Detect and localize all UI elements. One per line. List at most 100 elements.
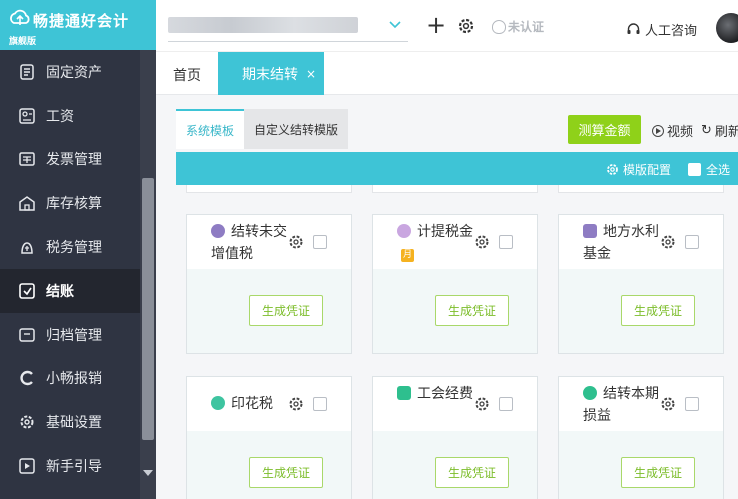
sidebar-item-label: 归档管理 bbox=[46, 327, 102, 344]
card-title-text: 工会经费 bbox=[417, 386, 473, 402]
archive-icon bbox=[18, 326, 36, 344]
sidebar-item-closing[interactable]: 结账 bbox=[0, 268, 140, 313]
sidebar-item-salary[interactable]: 工资 bbox=[0, 94, 140, 138]
cloud-logo-icon bbox=[10, 9, 30, 25]
tab-custom-template[interactable]: 自定义结转模版 bbox=[244, 109, 349, 149]
page-tabs: 首页 期末结转 × bbox=[156, 52, 738, 95]
sidebar-item-inventory[interactable]: 库存核算 bbox=[0, 181, 140, 225]
card-header: 地方水利基金 bbox=[559, 215, 723, 269]
sidebar-item-tax[interactable]: 税务管理 bbox=[0, 225, 140, 269]
generate-voucher-button[interactable]: 生成凭证 bbox=[621, 295, 695, 326]
sidebar-item-fixed-assets[interactable]: 固定资产 bbox=[0, 50, 140, 94]
sidebar-scroll-thumb[interactable] bbox=[142, 178, 154, 440]
sidebar-item-label: 税务管理 bbox=[46, 240, 102, 257]
refresh-icon: ↻ bbox=[701, 123, 712, 138]
transfer-card-vat: 结转未交增值税 生成凭证 bbox=[186, 214, 352, 354]
sidebar-item-guide[interactable]: 新手引导 bbox=[0, 444, 140, 488]
transfer-card-tax-accrual: 计提税金月 生成凭证 bbox=[372, 214, 538, 354]
coins-icon bbox=[397, 224, 411, 238]
gear-icon[interactable] bbox=[474, 234, 490, 250]
card-title: 地方水利基金 bbox=[583, 221, 671, 265]
app-edition: 旗舰版 bbox=[9, 37, 37, 47]
transfer-card-water-fund: 地方水利基金 生成凭证 bbox=[558, 214, 724, 354]
settings-icon bbox=[18, 413, 36, 431]
tab-period-end-transfer[interactable]: 期末结转 × bbox=[218, 52, 324, 95]
card-checkbox[interactable] bbox=[499, 235, 513, 249]
select-all-checkbox[interactable]: 全选 bbox=[688, 161, 730, 178]
close-icon[interactable]: × bbox=[306, 67, 316, 81]
tab-home[interactable]: 首页 bbox=[173, 65, 201, 85]
sidebar-item-label: 小畅报销 bbox=[46, 371, 102, 388]
transfer-card-stamp-tax: 印花税 生成凭证 bbox=[186, 376, 352, 499]
play-icon bbox=[652, 124, 664, 137]
scroll-down-icon[interactable] bbox=[143, 470, 153, 476]
card-peek bbox=[558, 185, 724, 193]
sidebar-item-settings[interactable]: 基础设置 bbox=[0, 400, 140, 444]
card-title: 结转本期损益 bbox=[583, 383, 671, 427]
video-link[interactable]: 视频 bbox=[652, 121, 693, 140]
main-content: 系统模板 自定义结转模版 测算金额 视频 ↻ 刷新 模版配置 全选 结转未交增值… bbox=[156, 95, 738, 499]
generate-voucher-button[interactable]: 生成凭证 bbox=[621, 457, 695, 488]
sidebar-nav: 固定资产 工资 发票管理 库存核算 税务管理 结账 归档管理 小畅报销 基础设置… bbox=[0, 50, 140, 488]
card-checkbox[interactable] bbox=[313, 235, 327, 249]
guide-icon bbox=[18, 457, 36, 475]
card-title: 计提税金月 bbox=[397, 221, 485, 265]
gear-icon[interactable] bbox=[288, 396, 304, 412]
card-peek bbox=[186, 185, 352, 193]
gear-icon[interactable] bbox=[457, 17, 475, 35]
generate-voucher-button[interactable]: 生成凭证 bbox=[249, 295, 323, 326]
consult-link[interactable]: 人工咨询 bbox=[626, 20, 697, 39]
generate-voucher-button[interactable]: 生成凭证 bbox=[435, 457, 509, 488]
consult-label: 人工咨询 bbox=[645, 24, 698, 39]
card-title: 印花税 bbox=[211, 393, 299, 415]
fixed-asset-icon bbox=[18, 63, 36, 81]
card-header: 印花税 bbox=[187, 377, 351, 431]
gear-icon[interactable] bbox=[288, 234, 304, 250]
tab-label: 期末结转 bbox=[242, 66, 298, 83]
app-logo[interactable]: 畅捷通好会计 旗舰版 bbox=[0, 0, 156, 50]
invoice-icon bbox=[18, 150, 36, 168]
card-checkbox[interactable] bbox=[685, 235, 699, 249]
reimburse-icon bbox=[18, 369, 36, 387]
avatar[interactable] bbox=[716, 13, 738, 43]
sidebar-item-label: 基础设置 bbox=[46, 415, 102, 432]
transfer-card-profit-loss: 结转本期损益 生成凭证 bbox=[558, 376, 724, 499]
gear-icon[interactable] bbox=[660, 234, 676, 250]
inventory-icon bbox=[18, 194, 36, 212]
template-config-label: 模版配置 bbox=[623, 163, 672, 177]
company-selector-underline bbox=[168, 41, 408, 42]
card-checkbox[interactable] bbox=[685, 397, 699, 411]
sidebar-item-label: 新手引导 bbox=[46, 459, 102, 476]
sidebar-item-reimburse[interactable]: 小畅报销 bbox=[0, 357, 140, 401]
closing-icon bbox=[18, 282, 36, 300]
calculate-amount-button[interactable]: 测算金额 bbox=[568, 115, 641, 144]
chevron-down-icon[interactable] bbox=[388, 17, 402, 31]
generate-voucher-button[interactable]: 生成凭证 bbox=[435, 295, 509, 326]
select-all-label: 全选 bbox=[706, 163, 731, 177]
transfer-card-union-fee: 工会经费 生成凭证 bbox=[372, 376, 538, 499]
checkbox[interactable] bbox=[688, 163, 701, 176]
sidebar-item-invoice[interactable]: 发票管理 bbox=[0, 138, 140, 182]
card-checkbox[interactable] bbox=[313, 397, 327, 411]
gear-icon bbox=[607, 164, 618, 175]
gear-icon[interactable] bbox=[474, 396, 490, 412]
card-title: 工会经费 bbox=[397, 383, 485, 405]
card-peek bbox=[372, 185, 538, 193]
sidebar-item-label: 固定资产 bbox=[46, 64, 102, 81]
add-icon[interactable]: + bbox=[426, 12, 446, 38]
card-checkbox[interactable] bbox=[499, 397, 513, 411]
verification-status[interactable]: 未认证 bbox=[492, 18, 544, 35]
generate-voucher-button[interactable]: 生成凭证 bbox=[249, 457, 323, 488]
card-header: 结转未交增值税 bbox=[187, 215, 351, 269]
company-selector[interactable] bbox=[168, 17, 358, 33]
card-header: 计提税金月 bbox=[373, 215, 537, 269]
template-config-button[interactable]: 模版配置 bbox=[606, 161, 671, 178]
shield-icon bbox=[492, 19, 506, 34]
refresh-link[interactable]: ↻ 刷新 bbox=[701, 121, 738, 140]
sidebar-item-archive[interactable]: 归档管理 bbox=[0, 313, 140, 357]
gear-icon[interactable] bbox=[660, 396, 676, 412]
card-title-text: 计提税金 bbox=[417, 224, 473, 240]
stamp-icon bbox=[211, 396, 225, 410]
sidebar-item-label: 发票管理 bbox=[46, 152, 102, 169]
tab-system-template[interactable]: 系统模板 bbox=[176, 109, 245, 149]
